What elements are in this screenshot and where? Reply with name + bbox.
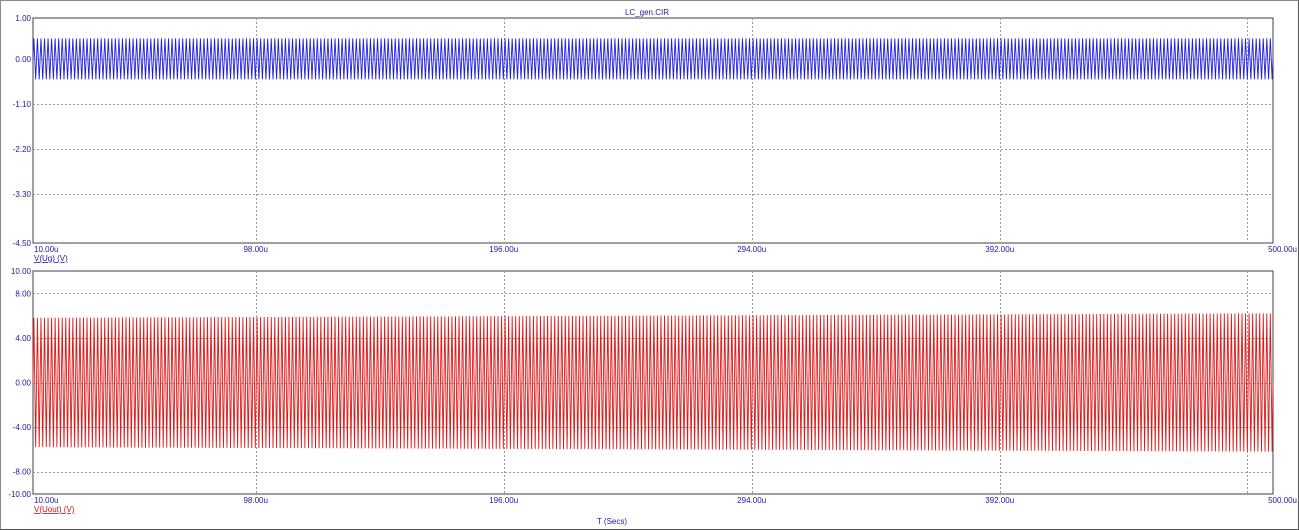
bottom-series-label: V(Uout) (V) [34, 505, 75, 514]
top-y-tick-label: -3.30 [13, 190, 32, 199]
bottom-y-tick-label: -4.00 [13, 423, 32, 432]
bottom-x-tick-label: 196.00u [489, 496, 518, 505]
top-x-tick-label: 294.00u [737, 245, 766, 254]
top-x-tick-label: 10.00u [34, 245, 58, 254]
top-x-tick-label: 392.00u [985, 245, 1014, 254]
analysis-plot[interactable]: LC_gen.CIR T (Secs) 1.00 0.00 -1.10 -2.20 -3… [0, 0, 1299, 530]
top-y-tick-label: -2.20 [13, 145, 32, 154]
bottom-y-tick-label: 10.00 [11, 267, 32, 276]
bottom-x-tick-label: 500.00u [1268, 496, 1297, 505]
chart-title: LC_gen.CIR [625, 8, 669, 17]
bottom-panel: 10.00 8.00 4.00 0.00 -4.00 -8.00 -10.0010.00u 9… [8, 267, 1297, 514]
bottom-y-tick-label: 4.00 [15, 334, 31, 343]
top-y-tick-label: -4.50 [13, 239, 32, 248]
bottom-x-tick-label: 98.00u [243, 496, 267, 505]
bottom-y-tick-label: 8.00 [15, 289, 31, 298]
top-x-tick-label: 196.00u [489, 245, 518, 254]
top-x-tick-label: 98.00u [243, 245, 267, 254]
bottom-y-tick-label: 0.00 [15, 379, 31, 388]
bottom-x-tick-label: 10.00u [34, 496, 58, 505]
top-y-tick-label: 1.00 [15, 14, 31, 23]
top-x-tick-label: 500.00u [1268, 245, 1297, 254]
x-axis-title: T (Secs) [597, 517, 627, 526]
bottom-y-tick-label: -10.00 [8, 490, 31, 499]
bottom-x-tick-label: 392.00u [985, 496, 1014, 505]
top-y-tick-label: 0.00 [15, 55, 31, 64]
top-panel: 1.00 0.00 -1.10 -2.20 -3.30 -4.5010.00u 98.00u… [13, 14, 1297, 263]
top-series-label: V(Ug) (V) [34, 254, 68, 263]
bottom-y-tick-label: -8.00 [13, 468, 32, 477]
top-y-tick-label: -1.10 [13, 100, 32, 109]
bottom-x-tick-label: 294.00u [737, 496, 766, 505]
